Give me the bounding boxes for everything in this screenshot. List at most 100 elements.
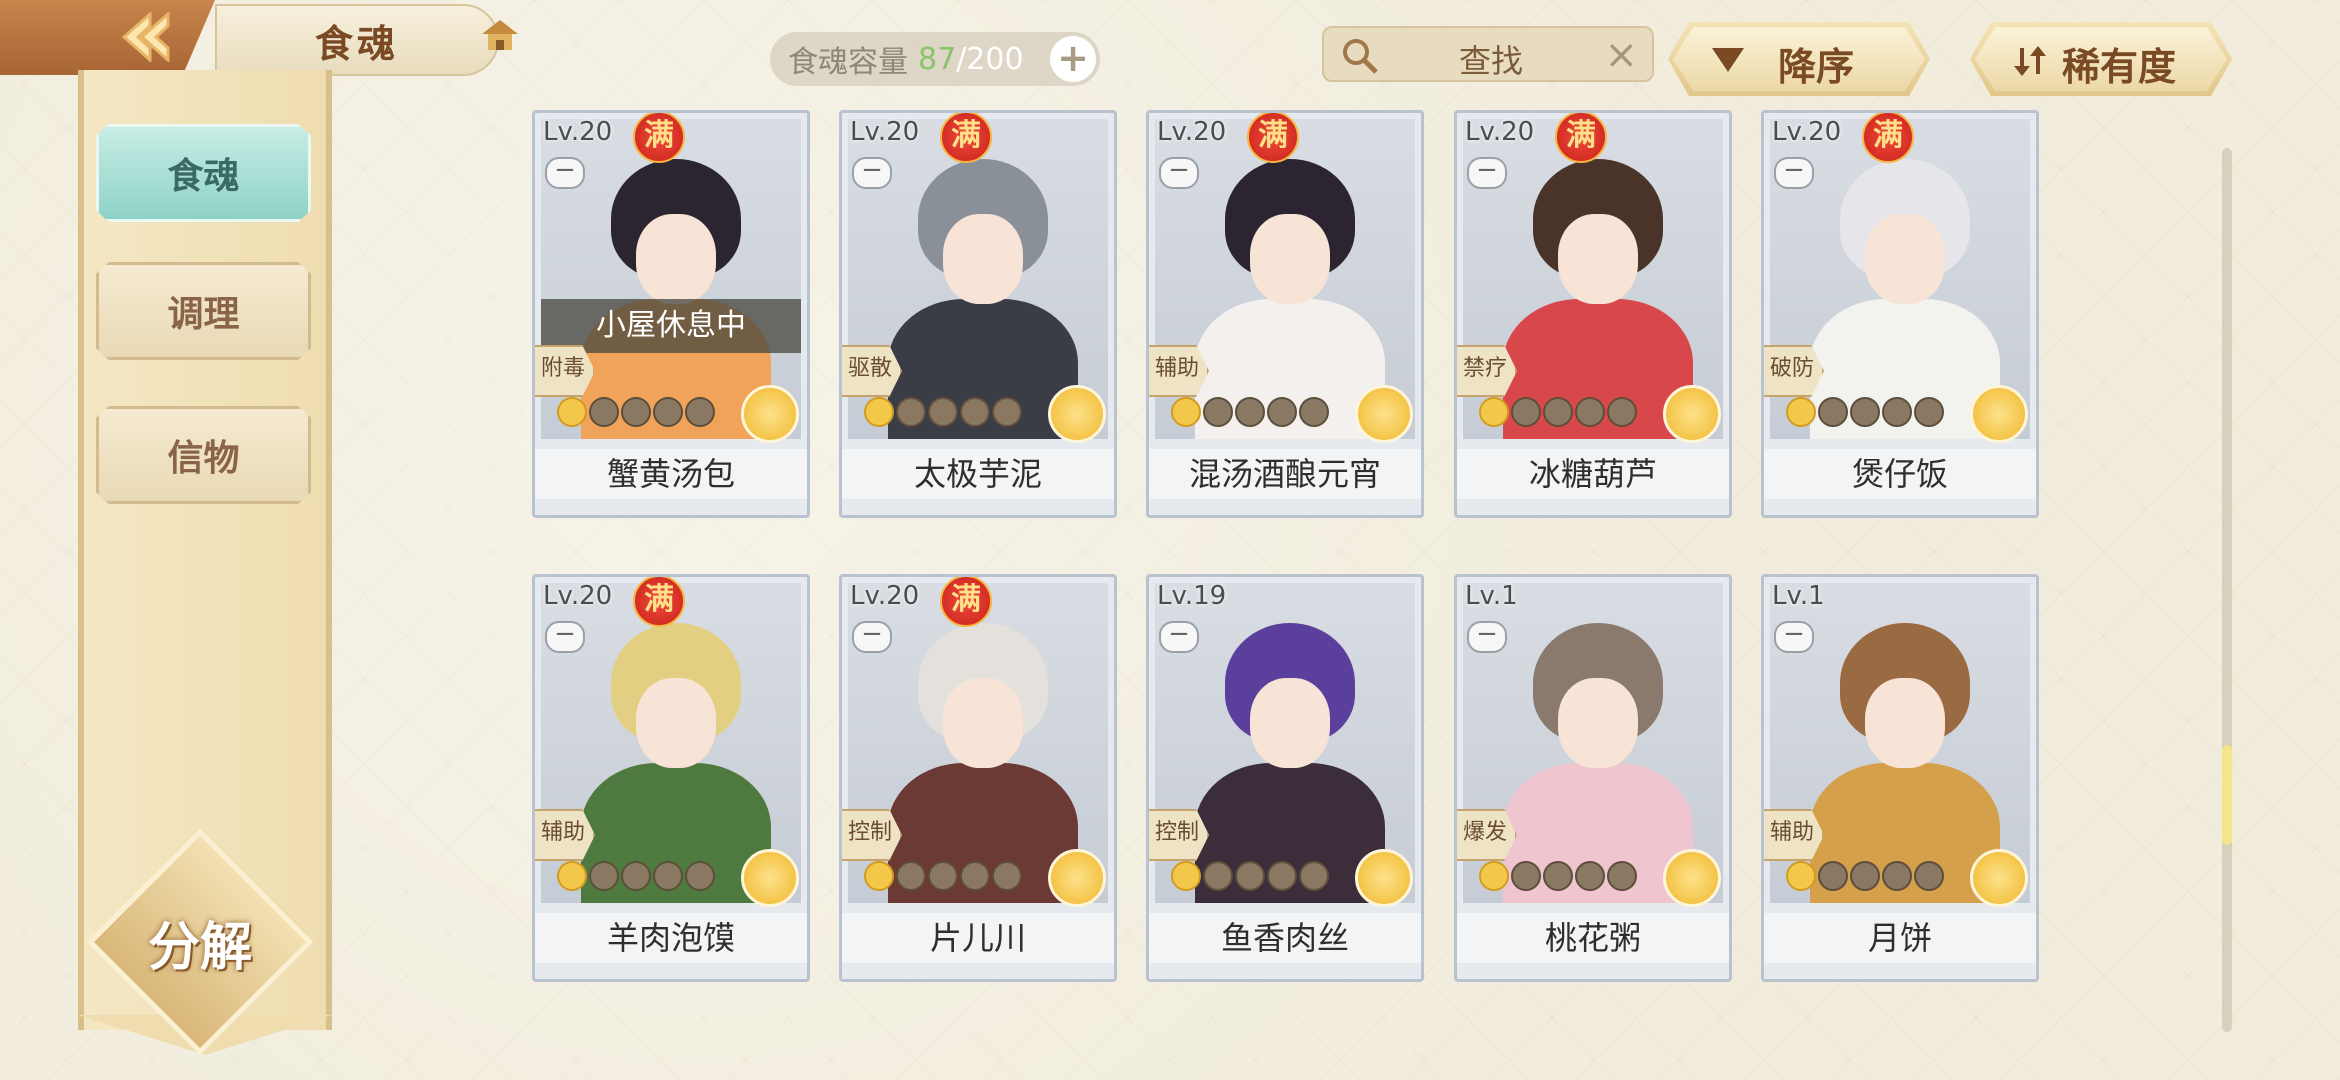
card-name: 桃花粥 bbox=[1457, 913, 1729, 963]
flower-rarity-icon bbox=[1355, 849, 1413, 907]
search-input[interactable]: 查找 × bbox=[1322, 26, 1654, 82]
lock-toggle-icon[interactable]: − bbox=[545, 621, 585, 653]
back-arrow-icon bbox=[121, 12, 170, 62]
lock-toggle-icon[interactable]: − bbox=[1159, 157, 1199, 189]
lock-toggle-icon[interactable]: − bbox=[852, 157, 892, 189]
tab-tokens[interactable]: 信物 bbox=[96, 406, 311, 504]
role-tag: 控制 bbox=[842, 809, 902, 861]
lock-toggle-icon[interactable]: − bbox=[1467, 157, 1507, 189]
back-button[interactable] bbox=[0, 0, 215, 75]
star-empty-icon bbox=[1850, 861, 1880, 891]
capacity-label: 食魂容量 bbox=[788, 45, 908, 80]
star-rating bbox=[1171, 861, 1329, 891]
sort-order-button[interactable]: 降序 bbox=[1668, 22, 1930, 96]
card-level: Lv.20 bbox=[850, 117, 920, 147]
star-empty-icon bbox=[1607, 397, 1637, 427]
star-empty-icon bbox=[685, 861, 715, 891]
food-soul-card[interactable]: Lv.20 满 − 辅助 混汤酒酿元宵 bbox=[1146, 110, 1424, 518]
star-empty-icon bbox=[589, 861, 619, 891]
tab-conditioning[interactable]: 调理 bbox=[96, 262, 311, 360]
sort-key-button[interactable]: 稀有度 bbox=[1970, 22, 2232, 96]
card-name: 鱼香肉丝 bbox=[1149, 913, 1421, 963]
star-empty-icon bbox=[1882, 397, 1912, 427]
flower-rarity-icon bbox=[1663, 849, 1721, 907]
lock-toggle-icon[interactable]: − bbox=[545, 157, 585, 189]
food-soul-card[interactable]: Lv.20 满 − 辅助 羊肉泡馍 bbox=[532, 574, 810, 982]
tab-food-souls[interactable]: 食魂 bbox=[96, 124, 311, 222]
star-filled-icon bbox=[1171, 861, 1201, 891]
star-empty-icon bbox=[1607, 861, 1637, 891]
flower-rarity-icon bbox=[1355, 385, 1413, 443]
search-icon bbox=[1343, 39, 1378, 74]
star-empty-icon bbox=[1235, 861, 1265, 891]
lock-toggle-icon[interactable]: − bbox=[1774, 621, 1814, 653]
star-empty-icon bbox=[960, 861, 990, 891]
flower-rarity-icon bbox=[1048, 385, 1106, 443]
star-empty-icon bbox=[1511, 397, 1541, 427]
star-empty-icon bbox=[1235, 397, 1265, 427]
star-filled-icon bbox=[1479, 397, 1509, 427]
food-soul-card[interactable]: Lv.20 满 − 破防 煲仔饭 bbox=[1761, 110, 2039, 518]
lock-toggle-icon[interactable]: − bbox=[1774, 157, 1814, 189]
max-level-badge: 满 bbox=[1862, 113, 1914, 163]
star-filled-icon bbox=[864, 861, 894, 891]
status-banner: 小屋休息中 bbox=[541, 299, 801, 353]
star-rating bbox=[1479, 861, 1637, 891]
star-filled-icon bbox=[557, 397, 587, 427]
food-soul-card[interactable]: Lv.20 满 − 控制 片儿川 bbox=[839, 574, 1117, 982]
food-soul-card[interactable]: Lv.1 − 爆发 桃花粥 bbox=[1454, 574, 1732, 982]
food-soul-card[interactable]: Lv.20 满 − 禁疗 冰糖葫芦 bbox=[1454, 110, 1732, 518]
flower-rarity-icon bbox=[1048, 849, 1106, 907]
capacity-indicator: 食魂容量 87 / 200 + bbox=[770, 32, 1100, 86]
card-name: 月饼 bbox=[1764, 913, 2036, 963]
star-rating bbox=[1171, 397, 1329, 427]
card-name: 蟹黄汤包 bbox=[535, 449, 807, 499]
max-level-badge: 满 bbox=[633, 113, 685, 163]
card-name: 片儿川 bbox=[842, 913, 1114, 963]
role-tag: 控制 bbox=[1149, 809, 1209, 861]
card-name: 太极芋泥 bbox=[842, 449, 1114, 499]
expand-capacity-button[interactable]: + bbox=[1050, 36, 1096, 82]
star-empty-icon bbox=[1575, 861, 1605, 891]
star-empty-icon bbox=[960, 397, 990, 427]
food-soul-card[interactable]: Lv.19 − 控制 鱼香肉丝 bbox=[1146, 574, 1424, 982]
role-tag: 辅助 bbox=[1764, 809, 1824, 861]
role-tag: 驱散 bbox=[842, 345, 902, 397]
card-name: 羊肉泡馍 bbox=[535, 913, 807, 963]
clear-search-icon[interactable]: × bbox=[1604, 32, 1638, 78]
role-tag: 破防 bbox=[1764, 345, 1824, 397]
card-level: Lv.1 bbox=[1465, 581, 1518, 611]
star-empty-icon bbox=[1203, 861, 1233, 891]
capacity-max: 200 bbox=[966, 41, 1024, 77]
food-soul-card[interactable]: Lv.20 满 − 驱散 太极芋泥 bbox=[839, 110, 1117, 518]
star-empty-icon bbox=[1882, 861, 1912, 891]
star-empty-icon bbox=[685, 397, 715, 427]
scrollbar-track[interactable] bbox=[2222, 148, 2232, 1032]
food-soul-card[interactable]: Lv.1 − 辅助月饼 bbox=[1761, 574, 2039, 982]
flower-rarity-icon bbox=[741, 385, 799, 443]
lock-toggle-icon[interactable]: − bbox=[1467, 621, 1507, 653]
role-tag: 附毒 bbox=[535, 345, 595, 397]
card-level: Lv.1 bbox=[1772, 581, 1825, 611]
star-filled-icon bbox=[1171, 397, 1201, 427]
card-level: Lv.20 bbox=[543, 117, 613, 147]
star-rating bbox=[557, 397, 715, 427]
page-title: 食魂 bbox=[215, 4, 499, 76]
star-empty-icon bbox=[1575, 397, 1605, 427]
star-empty-icon bbox=[1818, 861, 1848, 891]
star-empty-icon bbox=[1299, 397, 1329, 427]
search-placeholder: 查找 bbox=[1459, 42, 1524, 80]
max-level-badge: 满 bbox=[1555, 113, 1607, 163]
star-empty-icon bbox=[1299, 861, 1329, 891]
card-name: 混汤酒酿元宵 bbox=[1149, 449, 1421, 499]
star-empty-icon bbox=[1914, 397, 1944, 427]
card-level: Lv.20 bbox=[850, 581, 920, 611]
role-tag: 辅助 bbox=[1149, 345, 1209, 397]
scrollbar-thumb[interactable] bbox=[2222, 745, 2232, 845]
star-empty-icon bbox=[653, 861, 683, 891]
star-empty-icon bbox=[896, 397, 926, 427]
lock-toggle-icon[interactable]: − bbox=[1159, 621, 1199, 653]
star-empty-icon bbox=[1850, 397, 1880, 427]
lock-toggle-icon[interactable]: − bbox=[852, 621, 892, 653]
food-soul-card[interactable]: Lv.20 满 − 小屋休息中 附毒蟹黄汤包 bbox=[532, 110, 810, 518]
